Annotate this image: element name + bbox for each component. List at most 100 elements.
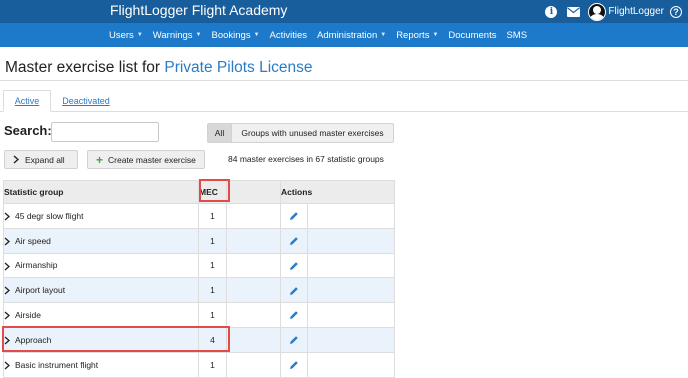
blank-cell bbox=[226, 351, 281, 378]
column-header-actions: Actions bbox=[279, 180, 396, 204]
blank-cell bbox=[226, 252, 281, 279]
page-title-prefix: Master exercise list for bbox=[5, 59, 161, 76]
top-icons: i FlightLogger ? bbox=[545, 0, 688, 23]
search-label: Search: bbox=[4, 123, 52, 138]
nav-item-administration[interactable]: Administration ▼ bbox=[317, 30, 386, 41]
nav-item-sms[interactable]: SMS bbox=[506, 30, 527, 41]
pencil-icon[interactable] bbox=[289, 335, 299, 345]
filter-unused-button[interactable]: Groups with unused master exercises bbox=[232, 123, 394, 143]
divider bbox=[0, 80, 688, 81]
statistic-group-cell[interactable]: Basic instrument flight bbox=[3, 351, 199, 378]
edit-cell bbox=[280, 203, 308, 229]
table-row[interactable]: 45 degr slow flight 1 bbox=[3, 203, 396, 229]
chevron-right-icon[interactable] bbox=[4, 361, 10, 370]
nav-item-bookings[interactable]: Bookings ▼ bbox=[212, 30, 260, 41]
mec-cell: 1 bbox=[198, 227, 227, 254]
column-header-statistic-group[interactable]: Statistic group bbox=[3, 180, 199, 204]
pencil-icon[interactable] bbox=[289, 236, 299, 246]
avatar[interactable] bbox=[588, 2, 607, 21]
tab-deactivated[interactable]: Deactivated bbox=[56, 90, 116, 112]
expand-all-label: Expand all bbox=[25, 154, 65, 165]
pencil-icon[interactable] bbox=[289, 310, 299, 320]
mail-icon[interactable] bbox=[567, 6, 581, 17]
mec-cell: 4 bbox=[198, 326, 227, 353]
app-title[interactable]: FlightLogger Flight Academy bbox=[110, 2, 287, 18]
table-row[interactable]: Airmanship 1 bbox=[3, 252, 396, 279]
pencil-icon[interactable] bbox=[289, 286, 299, 296]
chevron-right-icon[interactable] bbox=[4, 311, 10, 320]
table-row[interactable]: Airport layout 1 bbox=[3, 277, 396, 304]
edit-cell bbox=[280, 351, 308, 378]
column-header-mec[interactable]: MEC bbox=[198, 180, 227, 204]
table-row[interactable]: Airside 1 bbox=[3, 302, 396, 328]
blank-cell bbox=[226, 203, 281, 229]
chevron-right-icon[interactable] bbox=[4, 286, 10, 295]
search-input[interactable] bbox=[51, 122, 159, 142]
info-icon[interactable]: i bbox=[545, 5, 558, 18]
actions-extra-cell bbox=[306, 351, 396, 378]
tabs: Active Deactivated bbox=[0, 90, 688, 112]
edit-cell bbox=[280, 326, 308, 353]
summary-text: 84 master exercises in 67 statistic grou… bbox=[228, 154, 384, 164]
actions-extra-cell bbox=[306, 302, 396, 328]
mec-cell: 1 bbox=[198, 252, 227, 279]
actions-extra-cell bbox=[306, 277, 396, 304]
actions-extra-cell bbox=[306, 203, 396, 229]
pencil-icon[interactable] bbox=[289, 360, 299, 370]
edit-cell bbox=[280, 277, 308, 304]
table-row[interactable]: Approach 4 bbox=[3, 326, 396, 353]
chevron-right-icon[interactable] bbox=[4, 237, 10, 246]
chevron-right-icon[interactable] bbox=[4, 212, 10, 221]
mec-cell: 1 bbox=[198, 351, 227, 378]
edit-cell bbox=[280, 302, 308, 328]
nav-item-reports[interactable]: Reports ▼ bbox=[396, 30, 438, 41]
statistic-group-cell[interactable]: Approach bbox=[3, 326, 199, 353]
table-header-row: Statistic group MEC Actions bbox=[3, 180, 396, 204]
group-filter: All Groups with unused master exercises bbox=[207, 123, 394, 143]
actions-extra-cell bbox=[306, 326, 396, 353]
actions-extra-cell bbox=[306, 227, 396, 254]
caret-down-icon: ▼ bbox=[253, 32, 260, 38]
top-bar: FlightLogger Flight Academy i FlightLogg… bbox=[0, 0, 688, 23]
caret-down-icon: ▼ bbox=[380, 32, 387, 38]
statistic-group-name: 45 degr slow flight bbox=[15, 210, 84, 221]
nav-item-activities[interactable]: Activities bbox=[270, 30, 307, 41]
statistic-group-name: Airside bbox=[15, 309, 41, 320]
pencil-icon[interactable] bbox=[289, 211, 299, 221]
chevron-right-icon[interactable] bbox=[4, 262, 10, 271]
mec-cell: 1 bbox=[198, 302, 227, 328]
nav-item-documents[interactable]: Documents bbox=[448, 30, 496, 41]
statistic-group-cell[interactable]: 45 degr slow flight bbox=[3, 203, 199, 229]
nav-item-users[interactable]: Users ▼ bbox=[109, 30, 143, 41]
blank-cell bbox=[226, 302, 281, 328]
column-header-blank bbox=[226, 180, 281, 204]
statistic-group-name: Airport layout bbox=[15, 285, 66, 296]
expand-all-button[interactable]: Expand all bbox=[4, 150, 78, 169]
edit-cell bbox=[280, 227, 308, 254]
table-row[interactable]: Air speed 1 bbox=[3, 227, 396, 254]
statistic-group-cell[interactable]: Airport layout bbox=[3, 277, 199, 304]
page-title: Master exercise list for Private Pilots … bbox=[5, 59, 313, 77]
caret-down-icon: ▼ bbox=[136, 32, 143, 38]
tab-active[interactable]: Active bbox=[3, 90, 51, 112]
tabs-divider bbox=[0, 111, 688, 112]
statistic-group-cell[interactable]: Airmanship bbox=[3, 252, 199, 279]
chevron-right-icon[interactable] bbox=[4, 336, 10, 345]
help-icon[interactable]: ? bbox=[670, 5, 682, 18]
blank-cell bbox=[226, 277, 281, 304]
table-row[interactable]: Basic instrument flight 1 bbox=[3, 351, 396, 378]
pencil-icon[interactable] bbox=[289, 261, 299, 271]
nav-item-warnings[interactable]: Warnings ▼ bbox=[153, 30, 202, 41]
user-name[interactable]: FlightLogger bbox=[608, 6, 664, 17]
statistic-group-cell[interactable]: Air speed bbox=[3, 227, 199, 254]
statistic-group-name: Air speed bbox=[15, 235, 51, 246]
create-master-exercise-button[interactable]: + Create master exercise bbox=[87, 150, 205, 169]
filter-all-button[interactable]: All bbox=[207, 123, 232, 143]
chevron-right-icon bbox=[13, 155, 19, 164]
license-link[interactable]: Private Pilots License bbox=[164, 59, 312, 76]
mec-cell: 1 bbox=[198, 203, 227, 229]
mec-cell: 1 bbox=[198, 277, 227, 304]
create-label: Create master exercise bbox=[108, 154, 196, 165]
statistic-groups-table: Statistic group MEC Actions 45 degr slow… bbox=[3, 180, 396, 378]
statistic-group-cell[interactable]: Airside bbox=[3, 302, 199, 328]
